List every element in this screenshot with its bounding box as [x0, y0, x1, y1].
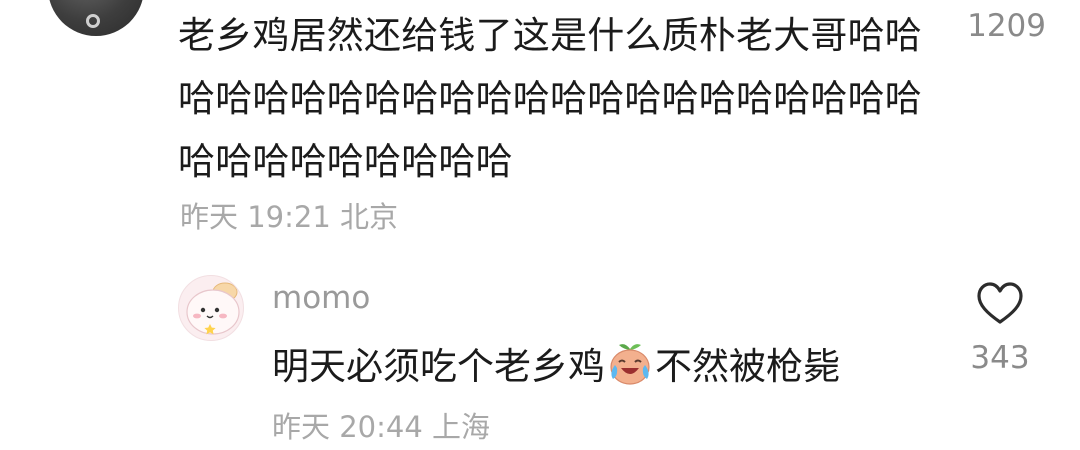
- comment-meta: 昨天 19:21 北京: [180, 200, 399, 234]
- crying-laughing-face-emoji-icon: [610, 344, 650, 385]
- reply-like-block[interactable]: 343: [960, 280, 1040, 376]
- reply-meta: 昨天 20:44 上海: [272, 410, 491, 444]
- comment-thread: 老乡鸡居然还给钱了这是什么质朴老大哥哈哈哈哈哈哈哈哈哈哈哈哈哈哈哈哈哈哈哈哈哈哈…: [0, 0, 1080, 450]
- comment-like-count[interactable]: 1209: [967, 8, 1046, 44]
- avatar-glyph-icon: [86, 14, 100, 28]
- reply-like-count: 343: [970, 340, 1030, 376]
- heart-outline-icon[interactable]: [975, 280, 1025, 326]
- comment-text: 老乡鸡居然还给钱了这是什么质朴老大哥哈哈哈哈哈哈哈哈哈哈哈哈哈哈哈哈哈哈哈哈哈哈…: [178, 14, 922, 183]
- cute-character-icon: [186, 282, 240, 335]
- reply-text-before: 明天必须吃个老乡鸡: [272, 345, 605, 388]
- reply-username[interactable]: momo: [272, 280, 370, 316]
- reply-text-after: 不然被枪毙: [655, 345, 840, 388]
- reply-avatar[interactable]: [178, 275, 244, 341]
- commenter-avatar[interactable]: [48, 0, 144, 36]
- reply-text: 明天必须吃个老乡鸡 不然被枪毙: [272, 336, 840, 390]
